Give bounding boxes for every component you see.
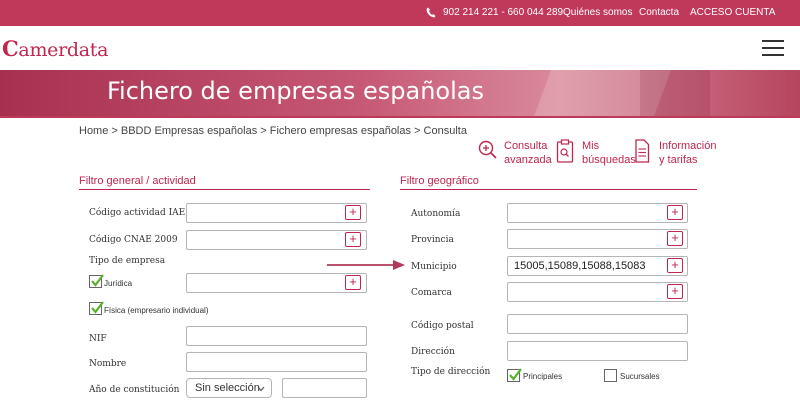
provincia-label: Provincia: [411, 235, 454, 245]
filtro-geografico-divider: [400, 189, 697, 190]
nav-quienes-somos-link[interactable]: Quiénes somos: [563, 7, 632, 18]
informacion-tarifas-link[interactable]: Información y tarifas: [634, 139, 724, 169]
principales-label: Principales: [523, 372, 563, 381]
juridica-input[interactable]: [186, 273, 367, 293]
iae-label: Código actividad IAE: [89, 208, 186, 218]
municipio-input[interactable]: 15005,15089,15088,15083: [507, 256, 688, 276]
mis-busquedas-link[interactable]: Mis búsquedas: [556, 139, 636, 169]
phone-icon: [426, 7, 436, 18]
direccion-input[interactable]: [507, 341, 688, 361]
consulta-avanzada-link[interactable]: Consulta avanzada: [478, 139, 558, 169]
checkmark-icon: [91, 274, 104, 287]
provincia-input[interactable]: [507, 229, 688, 249]
comarca-add-button[interactable]: +: [667, 284, 683, 299]
municipio-label: Municipio: [411, 262, 457, 272]
top-bar: 902 214 221 - 660 044 289 Quiénes somos …: [0, 0, 800, 26]
checkmark-icon: [91, 301, 104, 314]
clipboard-search-icon: [556, 139, 574, 163]
annotation-arrow-icon: [327, 260, 405, 270]
cnae-label: Código CNAE 2009: [89, 235, 178, 245]
checkmark-icon: [509, 368, 522, 381]
sucursales-checkbox[interactable]: [604, 369, 617, 382]
autonomia-label: Autonomía: [411, 209, 461, 219]
fisica-label: Física (empresario individual): [104, 306, 209, 315]
comarca-input[interactable]: [507, 282, 688, 302]
cnae-input[interactable]: [186, 230, 367, 250]
hero-banner: Fichero de empresas españolas: [0, 70, 800, 118]
nombre-input[interactable]: [186, 352, 367, 372]
codigo-postal-label: Código postal: [411, 321, 474, 331]
anio-constitucion-input[interactable]: [282, 378, 367, 398]
codigo-postal-input[interactable]: [507, 314, 688, 334]
tipo-direccion-label: Tipo de dirección: [411, 367, 491, 377]
comarca-label: Comarca: [411, 288, 452, 298]
filtro-general-title: Filtro general / actividad: [79, 175, 196, 187]
tipo-empresa-label: Tipo de empresa: [89, 256, 166, 266]
hamburger-menu-icon[interactable]: [762, 40, 784, 56]
page-title: Fichero de empresas españolas: [107, 77, 484, 105]
chevron-down-icon: [257, 386, 265, 392]
juridica-add-button[interactable]: +: [345, 275, 361, 290]
juridica-checkbox[interactable]: [89, 274, 104, 288]
fisica-checkbox[interactable]: [89, 301, 104, 315]
site-header: Camerdata: [0, 26, 800, 70]
nombre-label: Nombre: [89, 359, 127, 369]
nav-contacta-link[interactable]: Contacta: [639, 7, 679, 18]
sucursales-label: Sucursales: [620, 372, 660, 381]
iae-add-button[interactable]: +: [345, 205, 361, 220]
anio-constitucion-select[interactable]: Sin selección: [186, 378, 272, 398]
iae-input[interactable]: [186, 203, 367, 223]
provincia-add-button[interactable]: +: [667, 231, 683, 246]
camerdata-logo[interactable]: Camerdata: [2, 36, 108, 61]
filtro-geografico-title: Filtro geográfico: [400, 175, 479, 187]
juridica-label: Jurídica: [104, 279, 133, 288]
autonomia-input[interactable]: [507, 203, 688, 223]
nif-label: NIF: [89, 334, 107, 344]
filtro-general-divider: [79, 189, 370, 190]
cnae-add-button[interactable]: +: [345, 232, 361, 247]
anio-constitucion-label: Año de constitución: [89, 385, 180, 395]
breadcrumb[interactable]: Home > BBDD Empresas españolas > Fichero…: [79, 125, 467, 137]
search-plus-icon: [478, 140, 497, 159]
principales-checkbox[interactable]: [507, 368, 522, 382]
autonomia-add-button[interactable]: +: [667, 205, 683, 220]
nif-input[interactable]: [186, 326, 367, 346]
municipio-add-button[interactable]: +: [667, 258, 683, 273]
nav-acceso-cuenta-link[interactable]: ACCESO CUENTA: [690, 7, 775, 18]
direccion-label: Dirección: [411, 347, 455, 357]
hero-divider: [0, 116, 800, 118]
document-icon: [635, 139, 650, 163]
phone-numbers[interactable]: 902 214 221 - 660 044 289: [443, 7, 563, 18]
